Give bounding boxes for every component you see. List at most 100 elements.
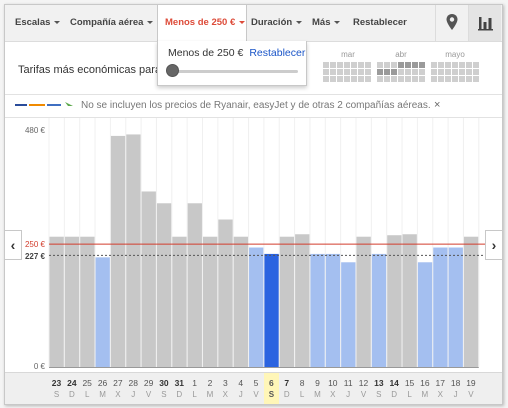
mini-calendar-day[interactable] bbox=[358, 69, 364, 75]
mini-calendar-day[interactable] bbox=[323, 76, 329, 82]
mini-calendar-day[interactable] bbox=[412, 69, 418, 75]
next-arrow-button[interactable]: › bbox=[485, 230, 502, 260]
price-bar[interactable] bbox=[402, 234, 417, 367]
date-label[interactable]: 19 V bbox=[463, 373, 478, 404]
mini-calendar-day[interactable] bbox=[459, 76, 465, 82]
date-label[interactable]: 26 M bbox=[95, 373, 110, 404]
mini-calendar-day[interactable] bbox=[344, 76, 350, 82]
date-label[interactable]: 4J bbox=[233, 373, 248, 404]
mini-calendar-day[interactable] bbox=[473, 76, 479, 82]
stops-filter[interactable]: Escalas bbox=[15, 5, 61, 41]
price-bar[interactable] bbox=[448, 247, 463, 367]
date-label[interactable]: 25 L bbox=[80, 373, 95, 404]
mini-calendar-day[interactable] bbox=[473, 62, 479, 68]
map-view-button[interactable] bbox=[435, 5, 468, 41]
date-label[interactable]: 29 V bbox=[141, 373, 156, 404]
mini-calendar-day[interactable] bbox=[431, 69, 437, 75]
date-label[interactable]: 31 D bbox=[172, 373, 187, 404]
mini-calendar-day[interactable] bbox=[445, 76, 451, 82]
mini-calendar-day[interactable] bbox=[365, 62, 371, 68]
mini-calendar-day[interactable] bbox=[452, 62, 458, 68]
mini-calendar-day[interactable] bbox=[445, 69, 451, 75]
mini-calendar-day[interactable] bbox=[419, 62, 425, 68]
date-label[interactable]: 27 X bbox=[110, 373, 125, 404]
mini-calendar-day[interactable] bbox=[452, 76, 458, 82]
mini-calendar-day[interactable] bbox=[323, 62, 329, 68]
mini-calendar-day[interactable] bbox=[384, 62, 390, 68]
date-label[interactable]: 1L bbox=[187, 373, 202, 404]
mini-calendar-day[interactable] bbox=[330, 76, 336, 82]
duration-filter[interactable]: Duración bbox=[251, 5, 303, 41]
date-label[interactable]: 5V bbox=[249, 373, 264, 404]
mini-calendar-day[interactable] bbox=[452, 69, 458, 75]
mini-calendar-day[interactable] bbox=[344, 62, 350, 68]
mini-calendar-day[interactable] bbox=[337, 76, 343, 82]
mini-calendar-day[interactable] bbox=[438, 76, 444, 82]
price-bar[interactable] bbox=[279, 236, 295, 367]
price-bar[interactable] bbox=[264, 253, 279, 367]
price-bar[interactable] bbox=[233, 236, 248, 367]
date-label[interactable]: 2M bbox=[203, 373, 218, 404]
price-bar[interactable] bbox=[141, 191, 156, 367]
date-label[interactable]: 28 J bbox=[126, 373, 141, 404]
mini-calendar-day[interactable] bbox=[412, 76, 418, 82]
airline-filter[interactable]: Compañía aérea bbox=[70, 5, 154, 41]
month-label-mayo[interactable]: mayo bbox=[431, 50, 479, 59]
mini-calendar-day[interactable] bbox=[459, 69, 465, 75]
month-label-mar[interactable]: mar bbox=[324, 50, 372, 59]
price-bar[interactable] bbox=[417, 262, 433, 367]
prev-arrow-button[interactable]: ‹ bbox=[5, 230, 22, 260]
mini-calendar-day[interactable] bbox=[466, 69, 472, 75]
price-bar[interactable] bbox=[310, 253, 325, 367]
month-label-abr[interactable]: abr bbox=[377, 50, 425, 59]
date-label[interactable]: 30 S bbox=[156, 373, 171, 404]
mini-calendar-day[interactable] bbox=[419, 76, 425, 82]
mini-calendar-day[interactable] bbox=[431, 76, 437, 82]
date-label[interactable]: 18 J bbox=[448, 373, 463, 404]
price-bar[interactable] bbox=[218, 219, 233, 368]
mini-calendar-day[interactable] bbox=[466, 76, 472, 82]
popup-reset-link[interactable]: Restablecer bbox=[249, 47, 305, 59]
mini-calendar-day[interactable] bbox=[330, 69, 336, 75]
reset-button[interactable]: Restablecer bbox=[353, 5, 407, 41]
mini-calendar-day[interactable] bbox=[323, 69, 329, 75]
mini-calendar-day[interactable] bbox=[330, 62, 336, 68]
price-bar[interactable] bbox=[356, 236, 371, 367]
price-bar[interactable] bbox=[371, 253, 387, 367]
price-bar[interactable] bbox=[203, 236, 218, 367]
mini-calendar-day[interactable] bbox=[358, 76, 364, 82]
price-filter[interactable]: Menos de 250 € bbox=[165, 5, 246, 41]
date-label[interactable]: 15 L bbox=[402, 373, 417, 404]
mini-calendar-day[interactable] bbox=[405, 69, 411, 75]
date-label[interactable]: 7D bbox=[279, 373, 294, 404]
mini-calendar-day[interactable] bbox=[398, 76, 404, 82]
mini-calendar-day[interactable] bbox=[337, 62, 343, 68]
date-label[interactable]: 13 S bbox=[371, 373, 386, 404]
mini-calendar-day[interactable] bbox=[466, 62, 472, 68]
date-label[interactable]: 24 D bbox=[64, 373, 79, 404]
mini-calendar-day[interactable] bbox=[344, 69, 350, 75]
price-bar[interactable] bbox=[95, 257, 110, 367]
date-label[interactable]: 6S bbox=[263, 373, 279, 404]
price-bar[interactable] bbox=[80, 236, 95, 367]
date-label[interactable]: 23 S bbox=[49, 373, 64, 404]
mini-calendar-day[interactable] bbox=[391, 76, 397, 82]
price-bar[interactable] bbox=[126, 134, 141, 367]
price-bar[interactable] bbox=[49, 236, 64, 367]
mini-calendar-day[interactable] bbox=[391, 69, 397, 75]
mini-calendar-day[interactable] bbox=[365, 69, 371, 75]
mini-calendar-day[interactable] bbox=[384, 69, 390, 75]
date-label[interactable]: 14 D bbox=[387, 373, 402, 404]
price-bar[interactable] bbox=[295, 234, 310, 367]
mini-calendar-day[interactable] bbox=[398, 69, 404, 75]
mini-calendar-day[interactable] bbox=[431, 62, 437, 68]
mini-calendar-day[interactable] bbox=[405, 62, 411, 68]
date-label[interactable]: 10 X bbox=[325, 373, 340, 404]
date-label[interactable]: 11 J bbox=[341, 373, 356, 404]
price-slider-handle[interactable] bbox=[166, 64, 179, 77]
price-bar[interactable] bbox=[64, 236, 80, 367]
price-bar[interactable] bbox=[187, 203, 202, 367]
more-filter[interactable]: Más bbox=[312, 5, 341, 41]
mini-calendar-day[interactable] bbox=[351, 62, 357, 68]
price-bar[interactable] bbox=[463, 236, 479, 367]
